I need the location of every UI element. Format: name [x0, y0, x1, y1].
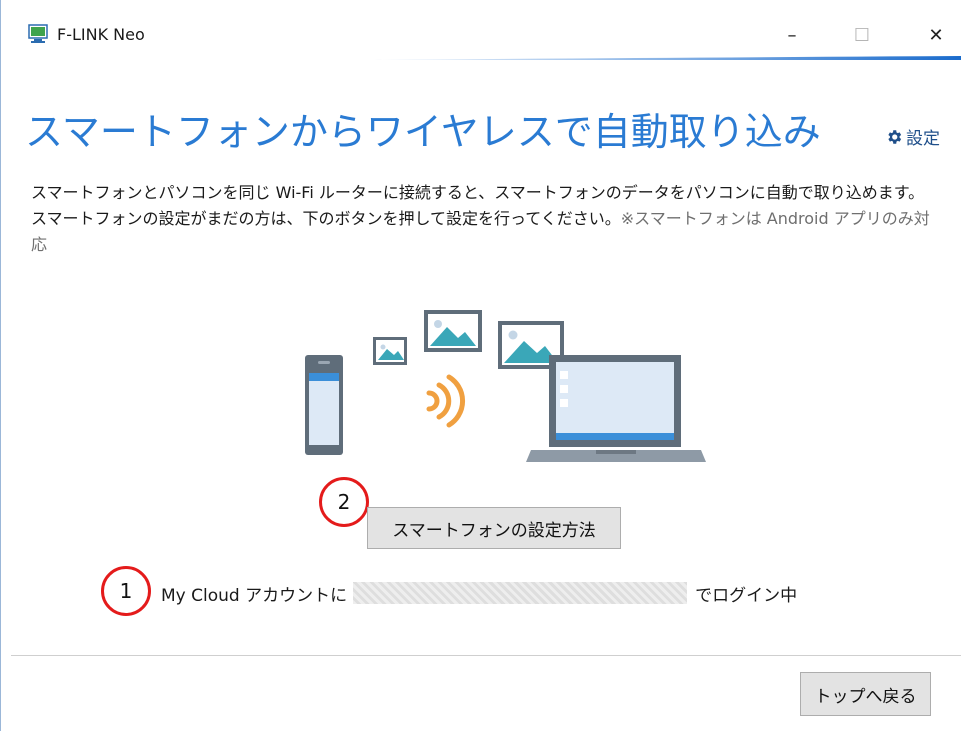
- maximize-button[interactable]: ☐: [839, 20, 885, 50]
- account-status: My Cloud アカウントに でログイン中: [161, 580, 797, 606]
- redacted-account-email: [353, 582, 688, 604]
- photo-medium-icon: [424, 310, 482, 352]
- page-title: スマートフォンからワイヤレスで自動取り込み: [25, 110, 821, 154]
- gear-icon: [888, 129, 902, 144]
- footer-divider: [11, 655, 961, 656]
- wifi-signal-icon: [426, 374, 466, 428]
- annotation-marker-2: 2: [319, 477, 369, 527]
- back-to-top-button[interactable]: トップへ戻る: [800, 672, 931, 716]
- account-prefix: My Cloud アカウントに: [161, 585, 348, 606]
- photo-small-icon: [373, 337, 407, 365]
- app-window: F-LINK Neo – ☐ ✕ スマートフォンからワイヤレスで自動取り込み 設…: [0, 0, 961, 731]
- smartphone-setup-button[interactable]: スマートフォンの設定方法: [367, 507, 621, 549]
- app-monitor-icon: [28, 24, 48, 43]
- annotation-marker-1: 1: [101, 566, 151, 616]
- laptop-icon: [526, 355, 706, 462]
- wireless-transfer-illustration: [305, 310, 706, 462]
- title-bar-swoosh: [374, 56, 961, 60]
- account-suffix: でログイン中: [695, 585, 798, 606]
- close-button[interactable]: ✕: [913, 20, 959, 50]
- settings-link[interactable]: 設定: [885, 124, 940, 149]
- smartphone-icon: [305, 355, 343, 455]
- minimize-button[interactable]: –: [769, 20, 815, 50]
- title-bar[interactable]: F-LINK Neo – ☐ ✕: [1, 0, 961, 60]
- description: スマートフォンとパソコンを同じ Wi-Fi ルーターに接続すると、スマートフォン…: [31, 180, 936, 258]
- settings-label: 設定: [906, 129, 940, 149]
- window-title: F-LINK Neo: [57, 25, 145, 44]
